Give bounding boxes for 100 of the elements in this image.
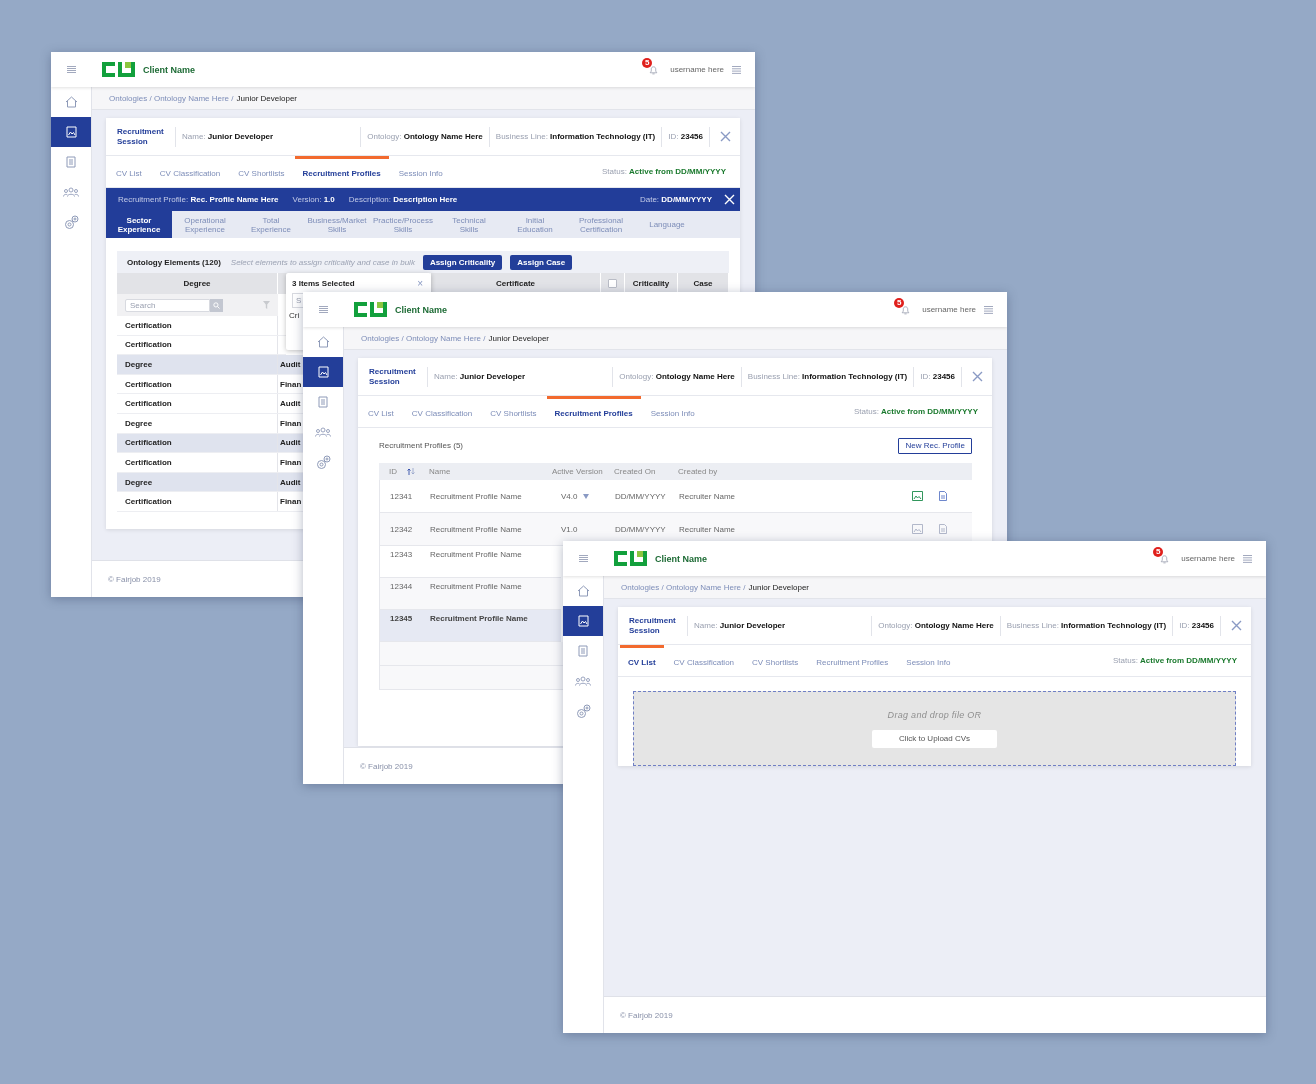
- session-field: ID: 23456: [914, 366, 962, 387]
- table-row[interactable]: Certification Finan: [117, 453, 304, 473]
- column-header: ID: [389, 467, 397, 476]
- profile-date: Date: DD/MM/YYYY: [639, 195, 712, 204]
- table-row[interactable]: Certification Finan: [117, 492, 304, 512]
- table-cell: Certification: [117, 453, 278, 472]
- status-text: Status: Active from DD/MM/YYYY: [853, 407, 979, 416]
- document-icon[interactable]: [939, 491, 947, 501]
- menu-icon[interactable]: [732, 65, 741, 74]
- image-document-icon: [317, 366, 329, 378]
- session-field: Business Line: Information Technology (IT): [741, 366, 915, 387]
- image-document-icon[interactable]: [912, 524, 923, 534]
- bell-icon[interactable]: [649, 64, 659, 75]
- field-label: Cri: [289, 311, 301, 320]
- table-cell-text: Finan: [279, 456, 303, 469]
- bulk-action-button[interactable]: Assign Criticality: [422, 254, 503, 270]
- bell-icon[interactable]: [901, 304, 911, 315]
- tab[interactable]: CV List: [620, 645, 664, 676]
- username[interactable]: username here: [922, 305, 976, 314]
- session-field: Business Line: Information Technology (IT): [489, 126, 663, 147]
- table-cell: Recruiter Name: [679, 524, 735, 534]
- sub-tab[interactable]: Sector Experience: [106, 211, 172, 238]
- gears-icon: [575, 703, 591, 719]
- breadcrumb-current: Junior Developer: [488, 333, 549, 343]
- tab[interactable]: CV Shortlists: [482, 396, 545, 427]
- menu-icon[interactable]: [1243, 554, 1252, 563]
- people-icon: [575, 676, 591, 686]
- version-text: V1.0: [561, 524, 578, 534]
- tab[interactable]: CV Classification: [151, 156, 229, 187]
- filter-icon[interactable]: [263, 301, 270, 309]
- table-cell-text: 12343: [390, 549, 414, 559]
- profile-field: Version: 1.0: [292, 195, 335, 204]
- home-icon: [316, 336, 330, 348]
- checkbox[interactable]: [608, 279, 617, 288]
- tab[interactable]: Session Info: [898, 645, 959, 676]
- tab[interactable]: CV List: [360, 396, 402, 427]
- menu-icon[interactable]: [578, 555, 588, 562]
- document-icon: [66, 156, 76, 168]
- column-header: Created by: [678, 467, 719, 476]
- table-cell-text: 12345: [390, 613, 414, 623]
- session-field: ID: 23456: [662, 126, 710, 147]
- version-text: V4.0: [561, 491, 578, 501]
- table-row[interactable]: 12343 Recruitment Profile Name: [379, 546, 561, 578]
- tab[interactable]: Recruitment Profiles: [808, 645, 897, 676]
- search-icon: [213, 301, 220, 309]
- upload-button[interactable]: Click to Upload CVs: [872, 729, 997, 748]
- tab[interactable]: Recruitment Profiles: [546, 396, 641, 427]
- table-cell: Certification: [117, 394, 278, 413]
- home-icon: [576, 585, 590, 597]
- breadcrumb-link[interactable]: Ontologies / Ontology Name Here /: [109, 93, 234, 103]
- breadcrumb-link[interactable]: Ontologies / Ontology Name Here /: [361, 333, 486, 343]
- sidebar-item[interactable]: [303, 357, 343, 387]
- client-name: Client Name: [655, 553, 707, 564]
- table-cell-text: Recruitment Profile Name: [430, 581, 523, 591]
- table-row[interactable]: 12344 Recruitment Profile Name: [379, 578, 561, 610]
- menu-icon[interactable]: [984, 305, 993, 314]
- logo-icon: [354, 302, 387, 317]
- table-cell: DD/MM/YYYY: [615, 491, 666, 501]
- image-document-icon[interactable]: [912, 491, 923, 501]
- document-icon: [318, 396, 328, 408]
- session-field: Name: Junior Developer: [688, 615, 873, 636]
- table-cell: Recruiter Name: [679, 491, 735, 501]
- table-cell-text: Finan: [279, 496, 303, 509]
- username[interactable]: username here: [1181, 554, 1235, 563]
- caret-icon[interactable]: [583, 493, 590, 499]
- tab[interactable]: CV Shortlists: [744, 645, 807, 676]
- table-cell: Degree: [117, 355, 278, 374]
- tab[interactable]: CV Shortlists: [230, 156, 293, 187]
- image-document-icon: [577, 615, 589, 627]
- copyright-text: © Fairjob 2019: [360, 761, 413, 771]
- tab[interactable]: CV Classification: [665, 645, 743, 676]
- sidebar-item[interactable]: [563, 606, 603, 636]
- tab[interactable]: CV List: [108, 156, 150, 187]
- new-profile-button[interactable]: New Rec. Profile: [898, 437, 972, 454]
- table-cell-text: 12342: [390, 524, 414, 534]
- session-title: Recruitment Session: [358, 366, 428, 387]
- status-text: Status: Active from DD/MM/YYYY: [601, 167, 727, 176]
- search-button[interactable]: [210, 298, 223, 312]
- tab[interactable]: CV Classification: [403, 396, 481, 427]
- people-icon: [63, 187, 79, 197]
- column-header: Created On: [614, 467, 657, 476]
- table-cell-text: Audit: [279, 398, 302, 411]
- bell-icon[interactable]: [1160, 553, 1170, 564]
- sidebar-item[interactable]: [51, 117, 91, 147]
- breadcrumb-link[interactable]: Ontologies / Ontology Name Here /: [621, 582, 746, 592]
- menu-icon[interactable]: [318, 306, 328, 313]
- table-row[interactable]: Certification Audit: [117, 394, 304, 414]
- menu-icon[interactable]: [66, 66, 76, 73]
- table-row[interactable]: 12345 Recruitment Profile Name: [379, 610, 561, 642]
- username[interactable]: username here: [670, 65, 724, 74]
- table-cell: Certification: [117, 492, 278, 511]
- document-icon[interactable]: [939, 524, 947, 534]
- tab[interactable]: Session Info: [642, 396, 703, 427]
- tab[interactable]: Session Info: [390, 156, 451, 187]
- upload-drop-zone[interactable]: Drag and drop file OR Click to Upload CVs: [633, 691, 1236, 766]
- table-row[interactable]: 12341 Recruitment Profile Name V4.0 DD/MM/YYYY Recruiter Name: [379, 480, 972, 513]
- table-row[interactable]: Degree Audit: [117, 355, 304, 375]
- bulk-action-button[interactable]: Assign Case: [510, 254, 573, 270]
- list-title: Recruitment Profiles (5): [379, 441, 464, 450]
- sort-icon[interactable]: [407, 468, 415, 475]
